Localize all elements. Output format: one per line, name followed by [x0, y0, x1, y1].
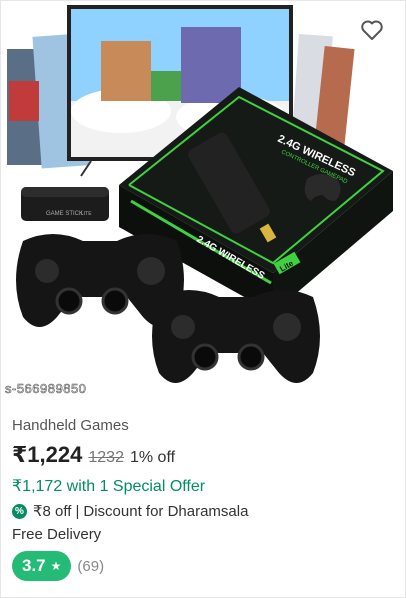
special-offer-text: ₹1,172 with 1 Special Offer	[12, 478, 206, 495]
rating-row: 3.7 ★ (69)	[12, 551, 397, 581]
price-row: ₹1,224 1232 1% off	[12, 442, 397, 468]
discount-location: Discount for Dharamsala	[83, 502, 249, 520]
delivery-info: Free Delivery	[12, 526, 102, 543]
svg-text:GAME STICK: GAME STICK	[46, 211, 83, 217]
original-price: 1232	[88, 449, 124, 466]
product-title[interactable]: Handheld Games	[12, 417, 397, 434]
discount-percent: 1% off	[129, 449, 176, 466]
selling-price: ₹1,224	[12, 442, 83, 467]
rating-value: 3.7	[22, 556, 46, 575]
product-image[interactable]: GAME STICK LITE 2.4G WIRELESS CONTROLLER…	[1, 1, 405, 401]
discount-separator: |	[75, 502, 80, 520]
image-sku-watermark: s-566989850	[5, 381, 87, 397]
heart-outline-icon	[361, 20, 383, 40]
svg-text:LITE: LITE	[81, 211, 92, 217]
discount-amount: ₹8 off	[33, 503, 72, 520]
percent-badge-icon: %	[12, 503, 27, 519]
game-stick: GAME STICK LITE	[21, 187, 109, 221]
location-discount-row: % ₹8 off | Discount for Dharamsala	[12, 502, 397, 520]
wishlist-button[interactable]	[359, 17, 385, 43]
controller-right	[152, 290, 320, 383]
star-icon: ★	[50, 559, 62, 573]
review-count: (69)	[77, 557, 105, 575]
rating-badge: 3.7 ★	[12, 551, 72, 581]
product-info: Handheld Games ₹1,224 1232 1% off ₹1,172…	[12, 413, 397, 581]
product-card[interactable]: GAME STICK LITE 2.4G WIRELESS CONTROLLER…	[0, 0, 406, 598]
